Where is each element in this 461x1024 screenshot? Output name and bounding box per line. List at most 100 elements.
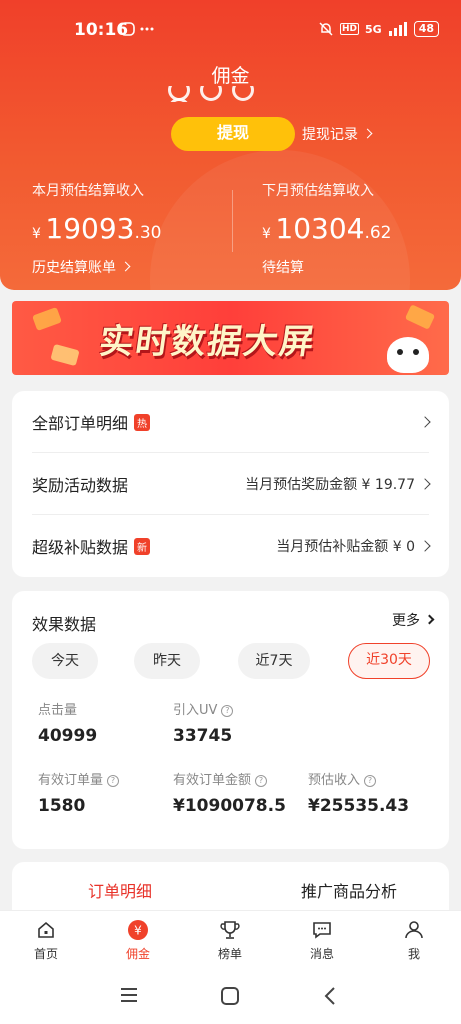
nav-label: 首页 [33, 947, 58, 961]
metric-value: ¥1090078.5 [173, 796, 286, 816]
all-orders-row[interactable]: 全部订单明细 热 [32, 391, 431, 453]
amount-int: 19093 [45, 212, 135, 245]
tab-product-analysis[interactable]: 推广商品分析 [301, 878, 397, 902]
yen-icon: ¥ [108, 919, 168, 941]
reward-amount: 当月预估奖励金额 ¥ 19.77 [245, 477, 415, 493]
metric-label-wrap: 预估收入? [308, 769, 409, 788]
coupon-decoration [50, 343, 80, 367]
chevron-right-icon [419, 416, 431, 428]
chevron-right-icon [424, 614, 435, 625]
metric-label: 有效订单量 [38, 773, 104, 788]
range-30days[interactable]: 近30天 [348, 643, 430, 679]
chevron-right-icon [419, 540, 431, 552]
metric-label: 点击量 [38, 703, 78, 718]
nav-label: 榜单 [217, 947, 242, 961]
metric-label-wrap: 有效订单金额? [173, 769, 286, 788]
nav-label: 我 [407, 947, 420, 961]
more-label: 更多 [392, 613, 420, 629]
metric-label: 有效订单金额 [173, 773, 252, 788]
next-month-income: 下月预估结算收入 ¥ 10304.62 待结算 [262, 180, 392, 277]
row-right: 当月预估补贴金额 ¥ 0 [276, 536, 431, 556]
withdraw-record-label: 提现记录 [302, 127, 358, 143]
menu-card: 全部订单明细 热 奖励活动数据 当月预估奖励金额 ¥ 19.77 超级补贴数据 … [12, 391, 449, 577]
svg-text:¥: ¥ [134, 924, 142, 938]
withdraw-record-link[interactable]: 提现记录 [302, 124, 373, 144]
next-month-label: 下月预估结算收入 [262, 183, 374, 199]
coupon-decoration [404, 304, 436, 330]
metric-clicks: 点击量 40999 [38, 699, 97, 746]
app-notification-icon [120, 22, 154, 36]
status-bar: 10:16 HD 5G 48 [0, 18, 461, 44]
back-icon[interactable] [322, 986, 338, 1010]
header: 10:16 HD 5G 48 佣金 提现 提现记录 本月预估结算收入 ¥ 190… [0, 0, 461, 290]
row-label: 奖励活动数据 [32, 476, 129, 495]
person-icon [384, 919, 444, 941]
battery-icon: 48 [413, 21, 439, 37]
range-yesterday[interactable]: 昨天 [134, 643, 200, 679]
chevron-right-icon [120, 261, 131, 272]
nav-home[interactable]: 首页 [16, 919, 76, 962]
menu-icon[interactable] [119, 986, 139, 1008]
row-right [415, 416, 431, 428]
currency-symbol: ¥ [262, 226, 271, 242]
row-right: 当月预估奖励金额 ¥ 19.77 [245, 474, 431, 494]
history-bill-link[interactable]: 历史结算账单 [32, 257, 162, 277]
tab-order-details[interactable]: 订单明细 [88, 878, 152, 902]
nav-ranking[interactable]: 榜单 [200, 919, 260, 962]
chevron-right-icon [362, 128, 373, 139]
this-month-income: 本月预估结算收入 ¥ 19093.30 历史结算账单 [32, 180, 162, 277]
next-month-amount: ¥ 10304.62 [262, 212, 392, 245]
banner-title: 实时数据大屏 [96, 322, 319, 362]
help-icon[interactable]: ? [221, 705, 234, 717]
help-icon[interactable]: ? [107, 775, 120, 787]
status-right: HD 5G 48 [318, 21, 439, 37]
realtime-dashboard-banner[interactable]: 实时数据大屏 [12, 301, 449, 375]
metric-label-wrap: 引入UV? [173, 699, 234, 718]
message-icon [292, 919, 352, 941]
page-title: 佣金 [211, 65, 250, 87]
network-label: 5G [365, 22, 382, 36]
this-month-amount: ¥ 19093.30 [32, 212, 162, 245]
hd-icon: HD [339, 23, 359, 35]
nav-label: 佣金 [125, 947, 150, 961]
row-label: 超级补贴数据 [32, 538, 129, 557]
nav-messages[interactable]: 消息 [292, 919, 352, 962]
column-divider [232, 190, 233, 252]
notification-icons [120, 21, 156, 41]
metric-label: 引入UV [173, 703, 218, 718]
home-square-icon[interactable] [220, 986, 240, 1010]
new-badge: 新 [134, 537, 151, 555]
range-7days[interactable]: 近7天 [238, 643, 310, 679]
nav-label: 消息 [309, 947, 334, 961]
hot-badge: 热 [134, 413, 151, 431]
metric-value: 1580 [38, 796, 86, 816]
reward-activity-row[interactable]: 奖励活动数据 当月预估奖励金额 ¥ 19.77 [32, 453, 431, 515]
metric-valid-orders: 有效订单量? 1580 [38, 769, 120, 816]
metric-value: 33745 [173, 726, 233, 746]
help-icon[interactable]: ? [364, 775, 377, 787]
trophy-icon [200, 919, 260, 941]
withdraw-button[interactable]: 提现 [171, 117, 295, 151]
amount-dec: .62 [364, 223, 392, 243]
subsidy-amount: 当月预估补贴金额 ¥ 0 [276, 539, 415, 555]
super-subsidy-row[interactable]: 超级补贴数据 新 当月预估补贴金额 ¥ 0 [32, 515, 431, 577]
mascot-image [387, 337, 429, 373]
help-icon[interactable]: ? [255, 775, 268, 787]
bottom-nav: 首页 ¥ 佣金 榜单 消息 我 [0, 910, 461, 970]
mute-icon [319, 22, 333, 36]
currency-symbol: ¥ [32, 226, 41, 242]
this-month-label: 本月预估结算收入 [32, 183, 144, 199]
nav-me[interactable]: 我 [384, 919, 444, 962]
nav-commission[interactable]: ¥ 佣金 [108, 919, 168, 962]
metric-uv: 引入UV? 33745 [173, 699, 234, 746]
range-today[interactable]: 今天 [32, 643, 98, 679]
metric-order-amount: 有效订单金额? ¥1090078.5 [173, 769, 286, 816]
effect-data-card: 效果数据 更多 今天 昨天 近7天 近30天 点击量 40999 引入UV? 3… [12, 591, 449, 849]
metric-value: 40999 [38, 726, 98, 746]
more-link[interactable]: 更多 [392, 610, 435, 630]
home-icon [16, 919, 76, 941]
row-label: 全部订单明细 [32, 414, 129, 433]
scrolled-balance-glyphs [168, 86, 293, 102]
amount-int: 10304 [275, 212, 365, 245]
amount-dec: .30 [134, 223, 162, 243]
